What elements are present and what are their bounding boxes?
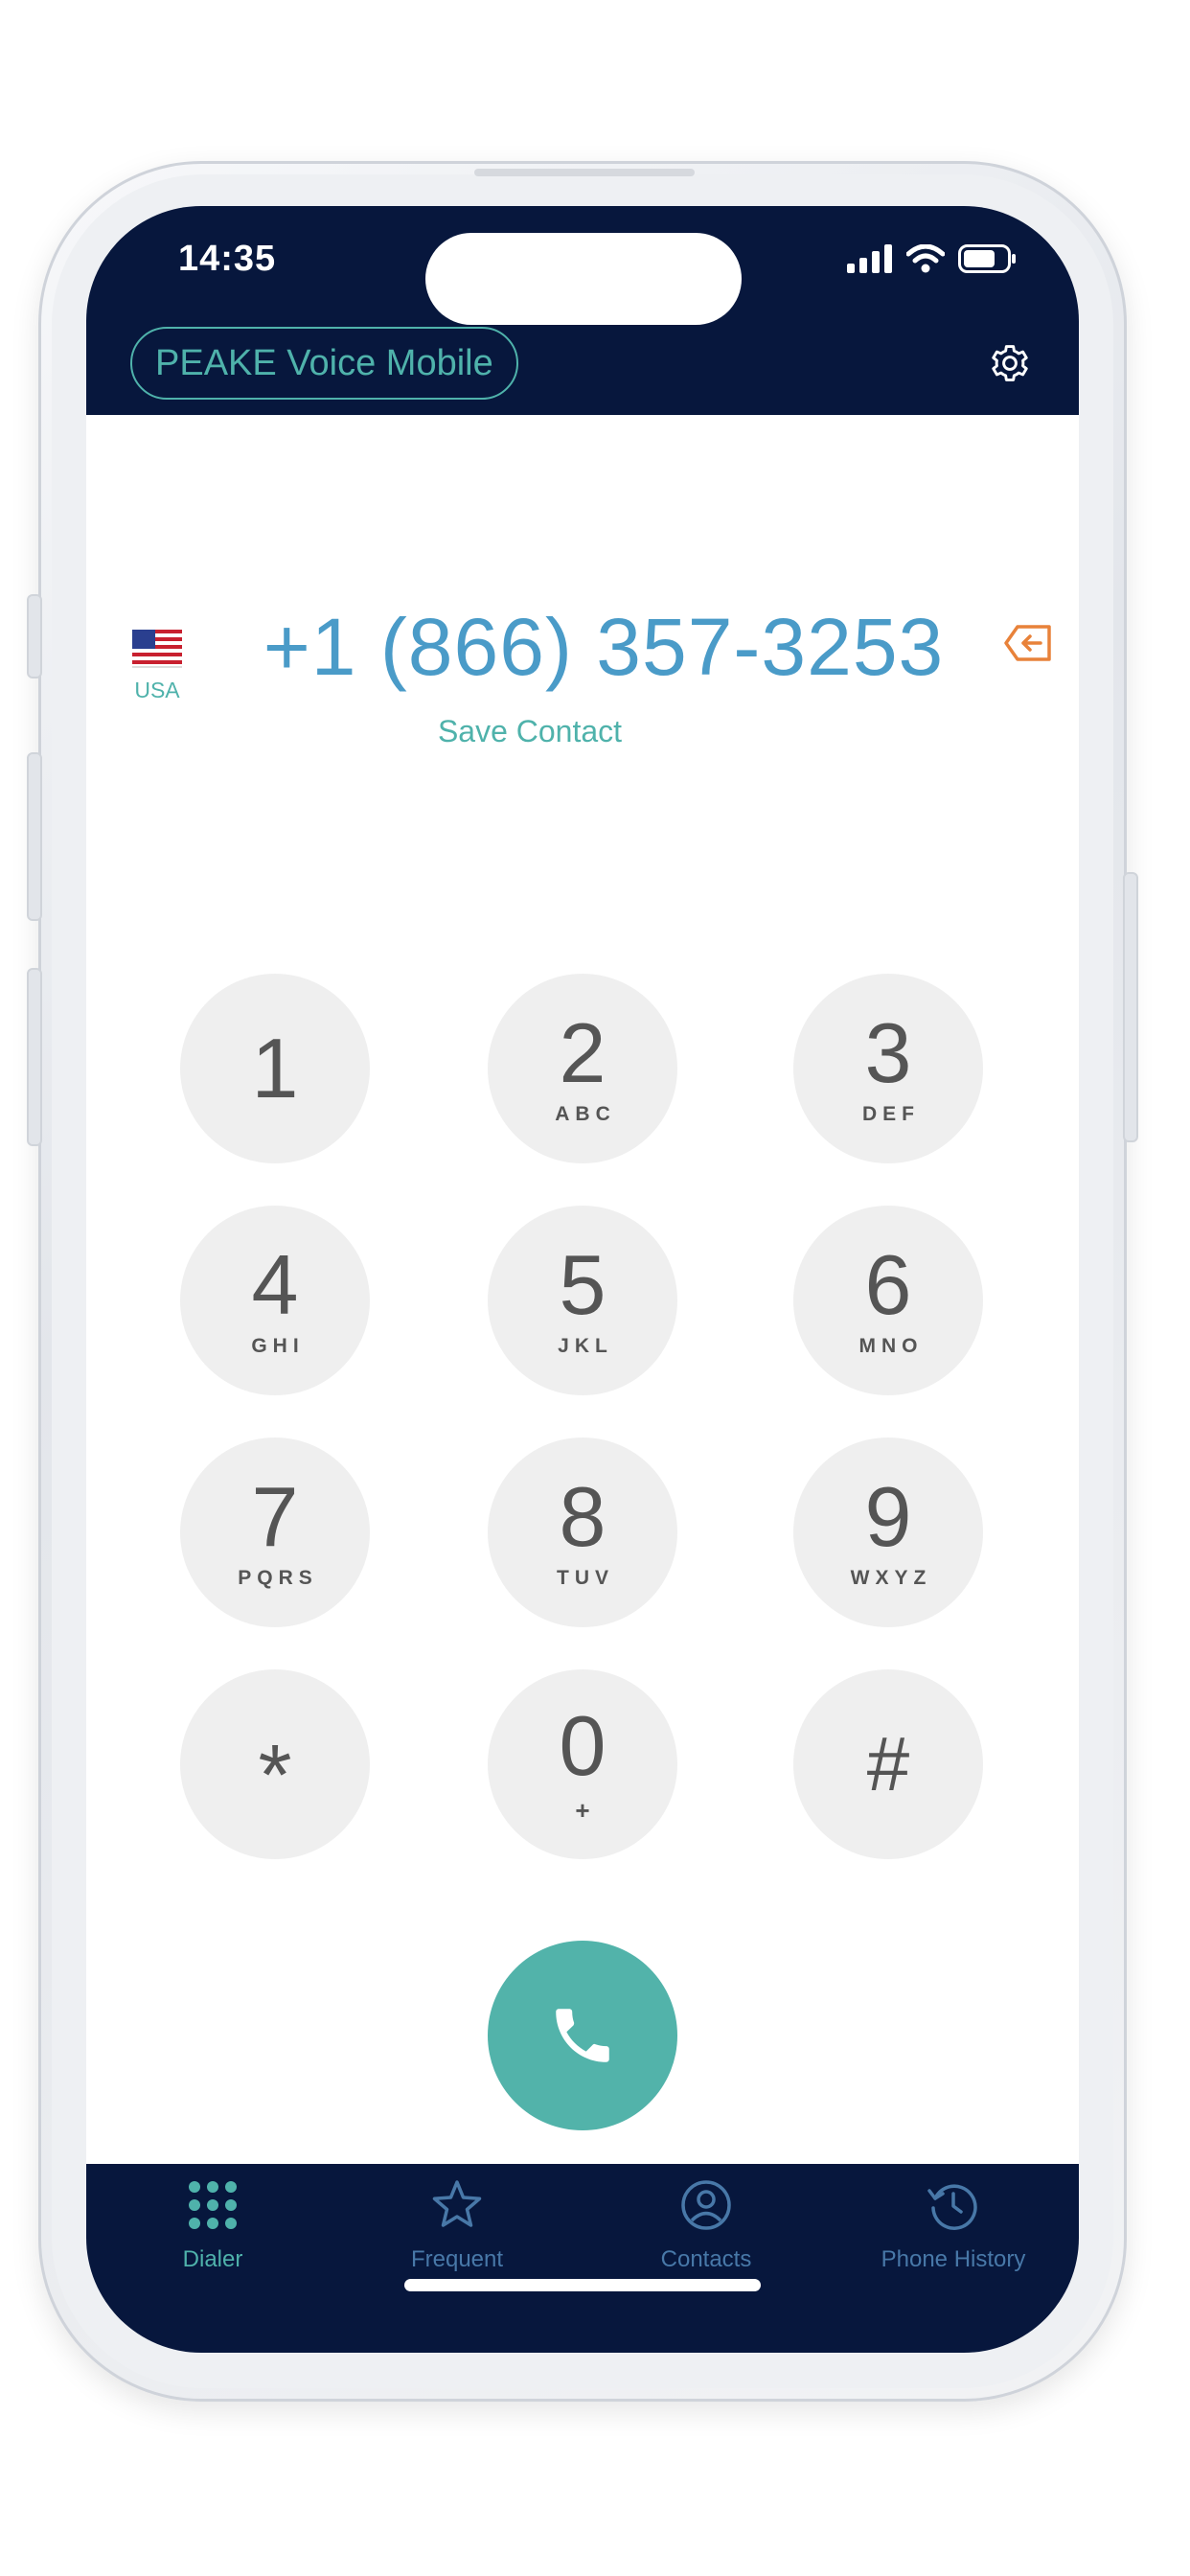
side-button-action: [27, 594, 42, 678]
key-letters: ABC: [555, 1103, 616, 1125]
keypad-key-hash[interactable]: #: [793, 1669, 983, 1859]
app-screen: 14:35 PEAKE Voice Mobile USA +1 (866) 35…: [86, 206, 1079, 2353]
key-digit: 6: [864, 1237, 912, 1332]
country-code-label: USA: [134, 678, 180, 702]
star-icon: [432, 2180, 482, 2227]
bottom-navigation: Dialer Frequent Contacts Phone History: [86, 2164, 1079, 2353]
key-digit: 0: [559, 1697, 606, 1793]
keypad-key-9[interactable]: 9 WXYZ: [793, 1438, 983, 1627]
key-letters: WXYZ: [850, 1567, 932, 1589]
key-letters: +: [575, 1795, 590, 1825]
keypad-key-star[interactable]: *: [180, 1669, 370, 1859]
key-digit: 1: [251, 1021, 299, 1116]
home-indicator[interactable]: [404, 2279, 761, 2291]
phone-icon: [556, 2009, 609, 2062]
keypad-key-0[interactable]: 0 +: [488, 1669, 677, 1859]
person-circle-icon: [681, 2180, 731, 2230]
keypad-key-7[interactable]: 7 PQRS: [180, 1438, 370, 1627]
key-digit: 5: [559, 1237, 606, 1332]
cellular-signal-icon: [847, 244, 892, 273]
nav-item-phone-history[interactable]: Phone History: [843, 2177, 1064, 2273]
app-header: 14:35 PEAKE Voice Mobile: [86, 206, 1079, 415]
key-letters: JKL: [558, 1335, 613, 1357]
side-button-volume-down: [27, 968, 42, 1146]
call-button[interactable]: [488, 1941, 677, 2130]
key-digit: 8: [559, 1469, 606, 1564]
save-contact-link[interactable]: Save Contact: [374, 714, 686, 749]
key-letters: TUV: [557, 1567, 614, 1589]
dynamic-island: [425, 233, 742, 325]
battery-icon: [958, 244, 1016, 273]
dialed-number[interactable]: +1 (866) 357-3253: [240, 601, 968, 694]
key-letters: MNO: [858, 1335, 924, 1357]
nav-label: Phone History: [881, 2246, 1026, 2272]
status-icons: [847, 244, 1018, 273]
history-icon: [927, 2184, 977, 2230]
dialpad-icon: [189, 2181, 237, 2229]
key-digit: 7: [251, 1469, 299, 1564]
nav-label: Contacts: [660, 2246, 752, 2272]
keypad-key-2[interactable]: 2 ABC: [488, 974, 677, 1163]
phone-top-speaker-grille: [474, 169, 695, 176]
key-letters: PQRS: [238, 1567, 318, 1589]
nav-item-dialer[interactable]: Dialer: [103, 2177, 323, 2273]
nav-label: Frequent: [410, 2246, 504, 2272]
nav-item-contacts[interactable]: Contacts: [596, 2177, 816, 2273]
keypad-key-5[interactable]: 5 JKL: [488, 1206, 677, 1395]
status-time: 14:35: [178, 239, 277, 279]
keypad-key-8[interactable]: 8 TUV: [488, 1438, 677, 1627]
key-digit: 3: [864, 1005, 912, 1100]
key-digit: #: [866, 1721, 910, 1806]
side-button-power: [1123, 872, 1138, 1142]
keypad-key-4[interactable]: 4 GHI: [180, 1206, 370, 1395]
key-letters: GHI: [251, 1335, 305, 1357]
keypad-key-6[interactable]: 6 MNO: [793, 1206, 983, 1395]
key-digit: *: [258, 1728, 292, 1824]
nav-label: Dialer: [182, 2246, 243, 2272]
us-flag-icon[interactable]: [132, 630, 182, 668]
key-digit: 2: [559, 1005, 606, 1100]
key-digit: 9: [864, 1469, 912, 1564]
wifi-icon: [906, 244, 945, 273]
app-title-pill: PEAKE Voice Mobile: [130, 327, 518, 400]
nav-item-frequent[interactable]: Frequent: [347, 2177, 567, 2273]
keypad-key-3[interactable]: 3 DEF: [793, 974, 983, 1163]
backspace-icon[interactable]: [1004, 624, 1052, 662]
side-button-volume-up: [27, 752, 42, 921]
app-title: PEAKE Voice Mobile: [155, 342, 493, 383]
key-letters: DEF: [862, 1103, 920, 1125]
key-digit: 4: [251, 1237, 299, 1332]
keypad-key-1[interactable]: 1: [180, 974, 370, 1163]
gear-icon[interactable]: [989, 342, 1031, 384]
